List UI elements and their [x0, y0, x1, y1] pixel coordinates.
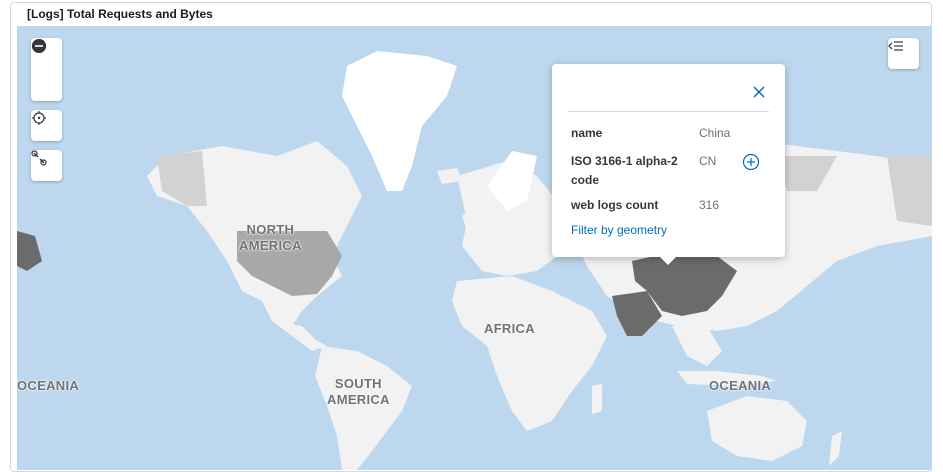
new-zealand: [829, 431, 842, 466]
property-key: ISO 3166-1 alpha-2 code: [571, 154, 678, 187]
label-south-america-line1: SOUTH: [334, 376, 382, 391]
wrench-icon: [31, 150, 47, 166]
zoom-out-button[interactable]: [31, 39, 62, 101]
feature-tooltip: name China ISO 3166-1 alpha-2 code CN we…: [552, 64, 785, 265]
property-key: web logs count: [571, 198, 659, 212]
label-north-america-line1: NORTH: [246, 222, 295, 237]
tooltip-arrow: [660, 257, 676, 265]
south-america: [315, 346, 412, 470]
filter-by-geometry-link[interactable]: Filter by geometry: [571, 223, 667, 237]
property-key: name: [571, 126, 603, 140]
label-oceania-left: OCEANIA: [17, 378, 80, 393]
zoom-controls: [31, 38, 62, 101]
madagascar: [592, 384, 602, 414]
tools-button[interactable]: [31, 150, 62, 181]
label-south-america-line2: AMERICA: [327, 392, 390, 407]
property-value: 316: [699, 198, 720, 212]
crosshair-icon: [32, 111, 46, 125]
minus-icon: [32, 39, 46, 53]
property-value: CN: [699, 154, 717, 168]
greenland: [342, 51, 457, 191]
add-filter-button[interactable]: [742, 153, 760, 171]
label-oceania-right: OCEANIA: [709, 378, 772, 393]
close-icon: [753, 86, 765, 98]
label-south-america: SOUTH AMERICA: [327, 376, 390, 408]
menu-left-icon: [888, 41, 903, 51]
map-svg: [17, 51, 932, 470]
label-africa: AFRICA: [484, 321, 535, 336]
plus-circle-icon: [742, 153, 760, 171]
layers-toggle-button[interactable]: [888, 38, 919, 69]
panel-title: [Logs] Total Requests and Bytes: [27, 7, 213, 21]
africa: [452, 276, 607, 431]
close-tooltip-button[interactable]: [751, 84, 767, 100]
label-north-america: NORTH AMERICA: [239, 222, 302, 254]
central-america: [272, 321, 327, 351]
west-edge-country: [17, 231, 42, 271]
world-map[interactable]: NORTH AMERICA SOUTH AMERICA AFRICA OCEAN…: [17, 26, 932, 470]
property-value: China: [699, 126, 731, 140]
southeast-asia: [672, 326, 722, 366]
locate-button[interactable]: [31, 110, 62, 141]
label-north-america-line2: AMERICA: [239, 238, 302, 253]
tooltip-divider: [568, 111, 769, 112]
australia: [707, 396, 807, 461]
